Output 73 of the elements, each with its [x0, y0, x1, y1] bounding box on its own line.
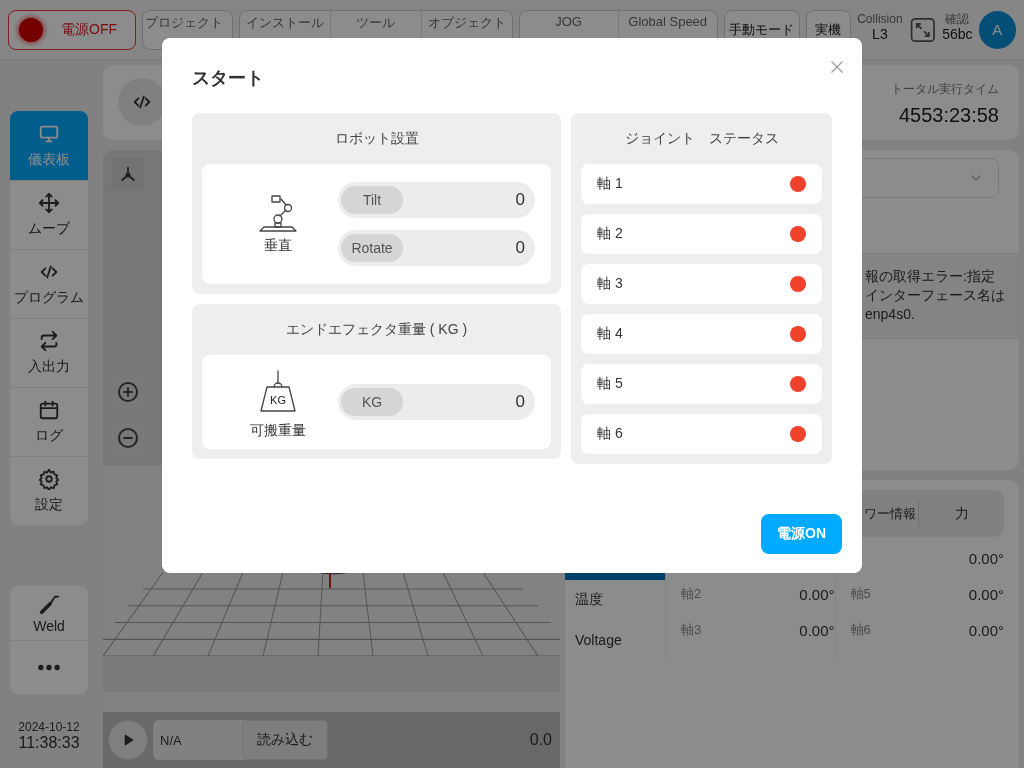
runtime-label: トータル実行タイム	[891, 81, 999, 98]
user-avatar[interactable]: A	[978, 10, 1016, 49]
info-tab[interactable]: ワー情報	[864, 500, 918, 527]
calendar-icon	[38, 399, 60, 421]
collision-level: L3	[872, 26, 888, 42]
power-button[interactable]: 電源OFF	[8, 9, 136, 50]
status-label: インストール	[245, 13, 326, 32]
card-title: エンドエフェクタ重量 ( KG )	[284, 320, 469, 339]
angle-value: 0.00°	[968, 549, 1004, 567]
joint-label: 軸 6	[597, 425, 623, 443]
field-value: 0	[515, 392, 525, 412]
view-button[interactable]	[111, 158, 144, 191]
program-name: N/A	[160, 732, 182, 748]
field-label: KG	[341, 388, 403, 416]
mount-label: 垂直	[264, 237, 292, 255]
joint-label: 軸 4	[597, 325, 623, 343]
confirm-code: 56bc	[942, 26, 973, 42]
zoom-in-icon	[116, 380, 140, 404]
play-button[interactable]	[108, 720, 148, 760]
axis-label: 軸6	[850, 621, 871, 639]
value-field[interactable]: KG 0	[338, 384, 535, 420]
angle-value: 0.00°	[799, 585, 835, 603]
time-label: 11:38:33	[18, 734, 80, 752]
field-value: 0	[515, 190, 525, 210]
settings-icon	[38, 468, 60, 490]
nav-item[interactable]: 入出力	[10, 318, 88, 387]
axis-label: 軸3	[681, 621, 702, 639]
card-title: ジョイント ステータス	[623, 129, 780, 148]
joint-label: 軸 5	[597, 375, 623, 393]
joint-label: 軸 2	[597, 225, 623, 243]
date-label: 2024-10-12	[18, 720, 80, 734]
more-icon	[38, 664, 60, 671]
nav-item[interactable]: ムーブ	[10, 180, 88, 249]
load-button[interactable]: 読み込む	[242, 720, 328, 760]
confirm-label: 確認	[945, 11, 970, 27]
axis-label: 軸5	[850, 585, 871, 603]
program-field[interactable]: N/A 読み込む	[153, 720, 328, 760]
runtime-value: 4553:23:58	[898, 104, 999, 127]
zoom-out-icon	[116, 426, 140, 450]
collision-label: Collision	[857, 11, 903, 27]
joint-label: 軸 1	[597, 175, 623, 193]
move-arrows-icon	[38, 192, 60, 214]
value-field[interactable]: Rotate 0	[338, 230, 535, 266]
field-value: 0	[515, 238, 525, 258]
weight-label: KG	[269, 394, 287, 406]
info-tab[interactable]: 力	[918, 500, 1004, 527]
side-tab[interactable]: Voltage	[565, 620, 665, 660]
weld-tool[interactable]: Weld	[10, 586, 88, 640]
power-lamp-icon	[19, 17, 43, 42]
angle-value: 0.00°	[799, 621, 835, 639]
error-text: 報の取得エラー:指定	[865, 267, 996, 286]
swap-arrows-icon	[38, 330, 60, 352]
close-icon[interactable]	[830, 60, 844, 74]
fullscreen-icon[interactable]	[908, 15, 937, 44]
error-text: インターフェース名は	[865, 286, 1006, 305]
robot-arm-icon	[258, 193, 298, 233]
dialog-title: スタート	[192, 67, 265, 90]
field-label: Rotate	[341, 234, 403, 262]
field-label: Tilt	[341, 186, 403, 214]
payload-label: 可搬重量	[250, 422, 306, 440]
axis-label: 軸2	[681, 585, 702, 603]
progress-value: 0.0	[529, 731, 552, 749]
joint-label: 軸 3	[597, 275, 623, 293]
error-text: enp4s0.	[865, 305, 916, 324]
value-field[interactable]: Tilt 0	[338, 182, 535, 218]
angle-value: 0.00°	[968, 585, 1004, 603]
nav-item[interactable]: ログ	[10, 387, 88, 456]
angle-value: 0.00°	[968, 621, 1004, 639]
nav-item[interactable]: プログラム	[10, 249, 88, 318]
card-title: ロボット設置	[333, 129, 420, 148]
side-tab[interactable]: 温度	[565, 580, 665, 620]
nav-item[interactable]: 設定	[10, 456, 88, 525]
status-label: JOG	[554, 12, 583, 31]
